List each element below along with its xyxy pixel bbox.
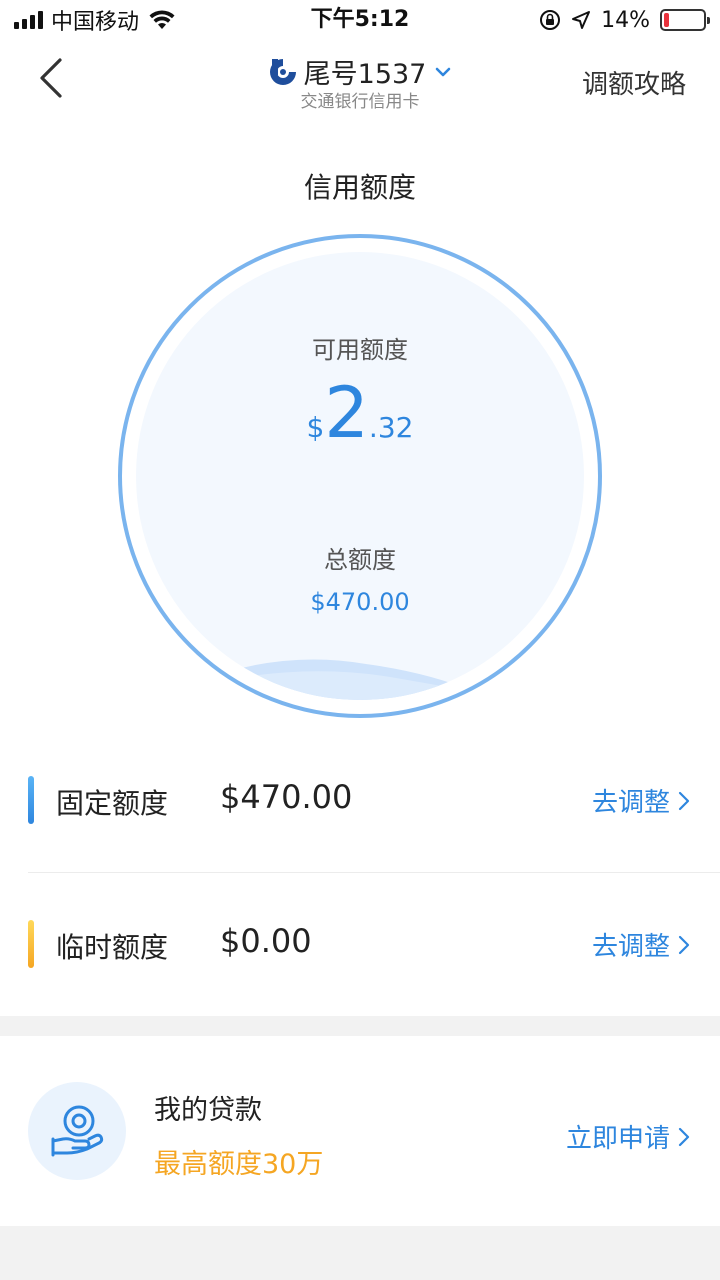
credit-section: 信用额度 可用额度 $2.32 总额度 $470.00 固定额度 $470.00 [0, 124, 720, 1016]
chevron-right-icon [678, 791, 690, 810]
loan-icon-badge [28, 1082, 126, 1180]
section-title: 信用额度 [303, 171, 416, 204]
total-limit-amount: $470.00 [310, 588, 410, 616]
status-right: 14% [539, 6, 710, 34]
card-tail-number: 尾号1537 [303, 59, 427, 90]
total-limit-label: 总额度 [324, 546, 396, 574]
fixed-limit-label: 固定额度 [56, 787, 169, 820]
loan-section[interactable]: 我的贷款 最高额度30万 立即申请 [0, 1036, 720, 1226]
rotation-lock-icon [540, 10, 561, 30]
temporary-limit-value: $0.00 [220, 922, 312, 960]
fixed-limit-value: $470.00 [220, 778, 353, 816]
temporary-limit-accent-bar [28, 920, 34, 968]
battery-icon [660, 9, 710, 31]
battery-percent: 14% [601, 7, 650, 33]
temporary-limit-row: 临时额度 $0.00 去调整 [0, 872, 720, 1016]
loan-max-amount: 最高额度30万 [154, 1149, 324, 1180]
adjust-fixed-limit-button[interactable]: 去调整 [592, 782, 690, 819]
bank-logo-icon [269, 58, 296, 85]
available-currency: $ [306, 411, 325, 444]
status-bar: 中国移动 下午5:12 14% [0, 0, 720, 40]
chevron-down-icon [436, 67, 451, 76]
credit-gauge-inner: 可用额度 $2.32 总额度 $470.00 [136, 252, 584, 700]
location-icon [572, 11, 591, 29]
available-integer: 2 [324, 372, 369, 454]
hand-coin-icon [51, 1105, 104, 1157]
apply-loan-button[interactable]: 立即申请 [566, 1118, 690, 1155]
adjust-fixed-limit-label: 去调整 [591, 788, 670, 818]
fixed-limit-accent-bar [28, 776, 34, 824]
limit-guide-link[interactable]: 调额攻略 [582, 64, 686, 101]
credit-gauge: 可用额度 $2.32 总额度 $470.00 [118, 234, 602, 718]
adjust-temporary-limit-label: 去调整 [591, 932, 670, 962]
gauge-wave [206, 659, 516, 700]
chevron-right-icon [678, 935, 690, 954]
apply-loan-label: 立即申请 [565, 1124, 670, 1154]
chevron-right-icon [678, 1127, 690, 1146]
fixed-limit-row: 固定额度 $470.00 去调整 [0, 728, 720, 872]
available-limit-amount: $2.32 [136, 378, 584, 448]
credit-limit-page: 中国移动 下午5:12 14% 尾号1537 交通银行信用卡 调额攻略 信用额度… [0, 0, 720, 1280]
battery-level [664, 13, 669, 27]
nav-bar: 尾号1537 交通银行信用卡 调额攻略 [0, 40, 720, 124]
available-decimal: .32 [368, 411, 414, 444]
loan-title: 我的贷款 [154, 1095, 262, 1126]
card-selector-row: 尾号1537 [268, 52, 453, 91]
temporary-limit-label: 临时额度 [56, 931, 169, 964]
available-limit-label: 可用额度 [312, 336, 408, 364]
adjust-temporary-limit-button[interactable]: 去调整 [592, 926, 690, 963]
